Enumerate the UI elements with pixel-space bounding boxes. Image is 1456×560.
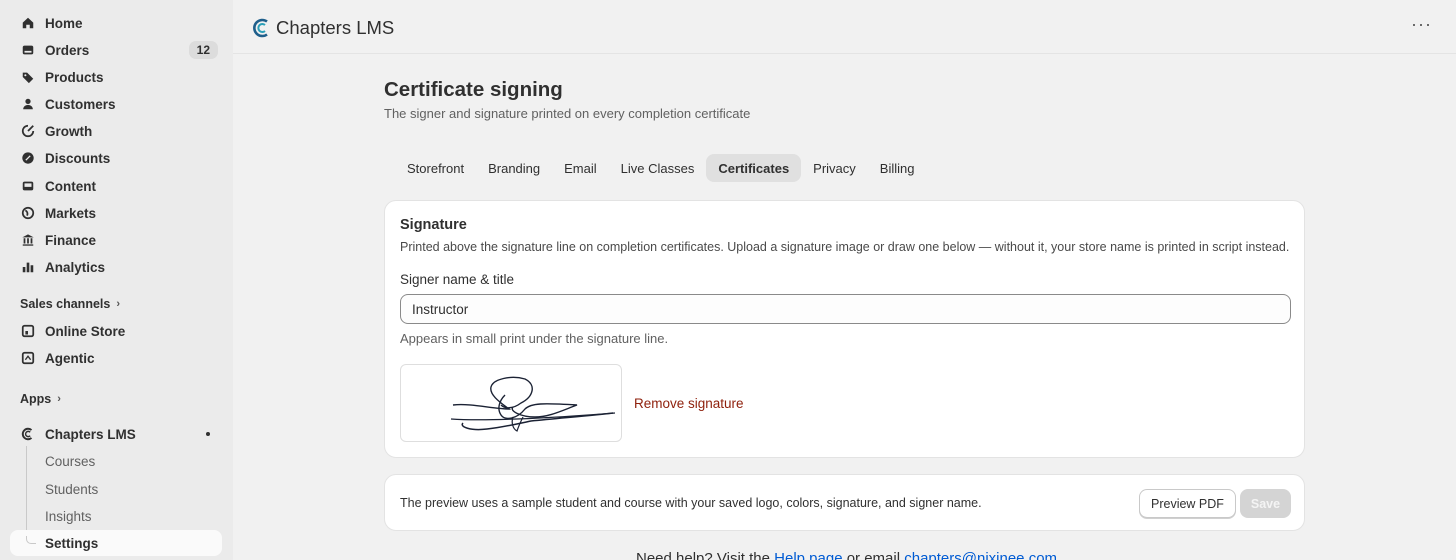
sidebar-item-content[interactable]: Content — [10, 173, 222, 199]
sidebar-item-label: Discounts — [45, 150, 111, 166]
sidebar-item-discounts[interactable]: Discounts — [10, 145, 222, 171]
app-brand: Chapters LMS — [253, 17, 394, 39]
preview-description: The preview uses a sample student and co… — [400, 496, 982, 510]
tab-branding[interactable]: Branding — [476, 154, 552, 182]
tag-icon — [20, 70, 35, 85]
more-actions-button[interactable]: ··· — [1411, 14, 1432, 35]
sidebar-item-label: Growth — [45, 123, 93, 139]
chapters-logo-icon — [253, 18, 268, 38]
tab-billing[interactable]: Billing — [868, 154, 927, 182]
sidebar-subitem-courses[interactable]: Courses — [10, 448, 222, 474]
store-icon — [20, 324, 35, 339]
sidebar-item-label: Agentic — [45, 350, 95, 366]
bank-icon — [20, 233, 35, 248]
page-title: Certificate signing — [384, 78, 563, 101]
tab-certificates[interactable]: Certificates — [706, 154, 802, 182]
agentic-icon — [20, 351, 35, 366]
discount-icon — [20, 151, 35, 166]
orders-icon — [20, 43, 35, 58]
remove-signature-link[interactable]: Remove signature — [634, 396, 744, 411]
page-subtitle: The signer and signature printed on ever… — [384, 106, 751, 121]
sidebar-item-growth[interactable]: Growth — [10, 118, 222, 144]
orders-count-badge: 12 — [188, 41, 218, 59]
chevron-right-icon: › — [57, 393, 61, 405]
sidebar-subitem-insights[interactable]: Insights — [10, 503, 222, 529]
sidebar: Home Orders 12 Products Customers Growth… — [0, 0, 233, 560]
sidebar-item-label: Chapters LMS — [45, 426, 136, 442]
sidebar-item-label: Markets — [45, 205, 97, 221]
sidebar-item-label: Finance — [45, 232, 97, 248]
pin-dot-icon — [206, 432, 210, 436]
home-icon — [20, 16, 35, 31]
sidebar-item-customers[interactable]: Customers — [10, 91, 222, 117]
signature-drawing — [450, 376, 616, 432]
sidebar-item-label: Home — [45, 15, 83, 31]
tab-live-classes[interactable]: Live Classes — [609, 154, 707, 182]
content-icon — [20, 179, 35, 194]
sidebar-item-label: Orders — [45, 42, 90, 58]
sidebar-subitem-settings[interactable]: Settings — [10, 530, 222, 556]
app-topbar: Chapters LMS ··· — [233, 0, 1456, 54]
preview-card: The preview uses a sample student and co… — [384, 474, 1305, 531]
sidebar-item-label: Customers — [45, 96, 116, 112]
sidebar-item-finance[interactable]: Finance — [10, 227, 222, 253]
tab-email[interactable]: Email — [552, 154, 609, 182]
chapters-logo-icon — [20, 427, 35, 442]
card-title: Signature — [400, 217, 467, 233]
signer-name-input[interactable] — [400, 294, 1291, 324]
sidebar-item-agentic[interactable]: Agentic — [10, 345, 222, 371]
app-name: Chapters LMS — [276, 17, 395, 38]
preview-pdf-button[interactable]: Preview PDF — [1139, 489, 1236, 518]
globe-icon — [20, 206, 35, 221]
growth-icon — [20, 124, 35, 139]
settings-tabs: Storefront Branding Email Live Classes C… — [395, 154, 926, 182]
sidebar-subitem-students[interactable]: Students — [10, 476, 222, 502]
sidebar-item-analytics[interactable]: Analytics — [10, 254, 222, 280]
sidebar-item-label: Online Store — [45, 323, 126, 339]
sidebar-item-online-store[interactable]: Online Store — [10, 318, 222, 344]
sales-channels-header[interactable]: Sales channels › — [20, 297, 120, 311]
support-email-link[interactable]: chapters@nixinee.com — [904, 550, 1057, 560]
sidebar-item-label: Analytics — [45, 259, 106, 275]
signer-name-label: Signer name & title — [400, 272, 515, 287]
sidebar-item-orders[interactable]: Orders 12 — [10, 37, 222, 63]
signature-preview[interactable] — [400, 364, 622, 442]
sidebar-item-label: Products — [45, 69, 104, 85]
signature-card: Signature Printed above the signature li… — [384, 200, 1305, 458]
footer-help: Need help? Visit the Help page or email … — [636, 550, 1057, 560]
card-description: Printed above the signature line on comp… — [400, 240, 1290, 254]
tab-privacy[interactable]: Privacy — [801, 154, 868, 182]
person-icon — [20, 97, 35, 112]
help-page-link[interactable]: Help page — [774, 550, 842, 560]
save-button[interactable]: Save — [1240, 489, 1291, 518]
tab-storefront[interactable]: Storefront — [395, 154, 476, 182]
tree-hook — [26, 536, 36, 544]
sidebar-item-products[interactable]: Products — [10, 64, 222, 90]
apps-header[interactable]: Apps › — [20, 392, 61, 406]
sidebar-item-markets[interactable]: Markets — [10, 200, 222, 226]
bar-chart-icon — [20, 260, 35, 275]
sidebar-item-chapters-lms[interactable]: Chapters LMS — [10, 421, 222, 447]
sidebar-item-home[interactable]: Home — [10, 10, 222, 36]
sidebar-item-label: Content — [45, 178, 96, 194]
signer-name-help: Appears in small print under the signatu… — [400, 331, 669, 346]
chevron-right-icon: › — [116, 298, 120, 310]
